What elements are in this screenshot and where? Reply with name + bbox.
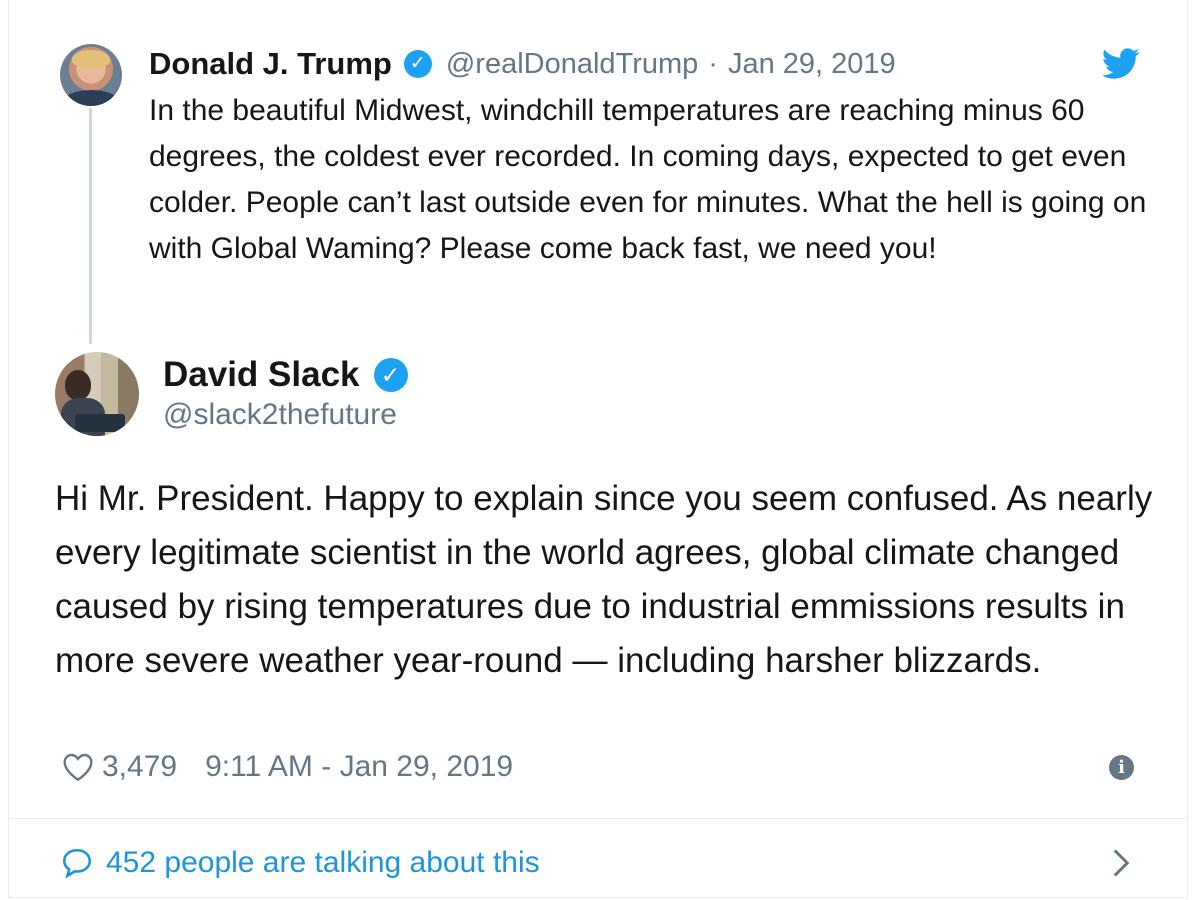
header-separator: · [708, 47, 718, 80]
chevron-right-icon[interactable] [1110, 848, 1132, 878]
main-avatar[interactable] [55, 352, 139, 436]
talking-count-text[interactable]: 452 people are talking about this [106, 846, 540, 880]
thread-connector-line [89, 108, 92, 344]
card-divider [8, 818, 1188, 819]
parent-tweet-date[interactable]: Jan 29, 2019 [728, 48, 896, 81]
main-author-handle[interactable]: @slack2thefuture [163, 398, 397, 432]
main-tweet-text: Hi Mr. President. Happy to explain since… [55, 479, 1153, 680]
parent-author-name[interactable]: Donald J. Trump [149, 46, 392, 82]
conversation-link[interactable]: 452 people are talking about this [60, 842, 1140, 884]
main-author-name-row: David Slack ✓ [163, 354, 408, 396]
verified-badge-icon: ✓ [373, 358, 408, 392]
tweet-timestamp[interactable]: 9:11 AM - Jan 29, 2019 [205, 750, 513, 784]
parent-author-handle[interactable]: @realDonaldTrump [446, 48, 698, 81]
main-author-name[interactable]: David Slack [163, 355, 360, 395]
verified-badge-icon: ✓ [403, 50, 432, 78]
like-count[interactable]: 3,479 [102, 750, 177, 784]
parent-tweet-header: Donald J. Trump ✓ @realDonaldTrump · Jan… [149, 44, 896, 84]
parent-avatar[interactable] [60, 44, 122, 106]
speech-bubble-icon [62, 848, 92, 879]
tweet-meta-row: 3,479 9:11 AM - Jan 29, 2019 [62, 746, 513, 788]
parent-tweet-text: In the beautiful Midwest, windchill temp… [149, 94, 1147, 265]
info-icon[interactable]: i [1109, 755, 1134, 780]
twitter-bird-icon[interactable] [1102, 48, 1140, 80]
heart-icon[interactable] [62, 752, 94, 782]
